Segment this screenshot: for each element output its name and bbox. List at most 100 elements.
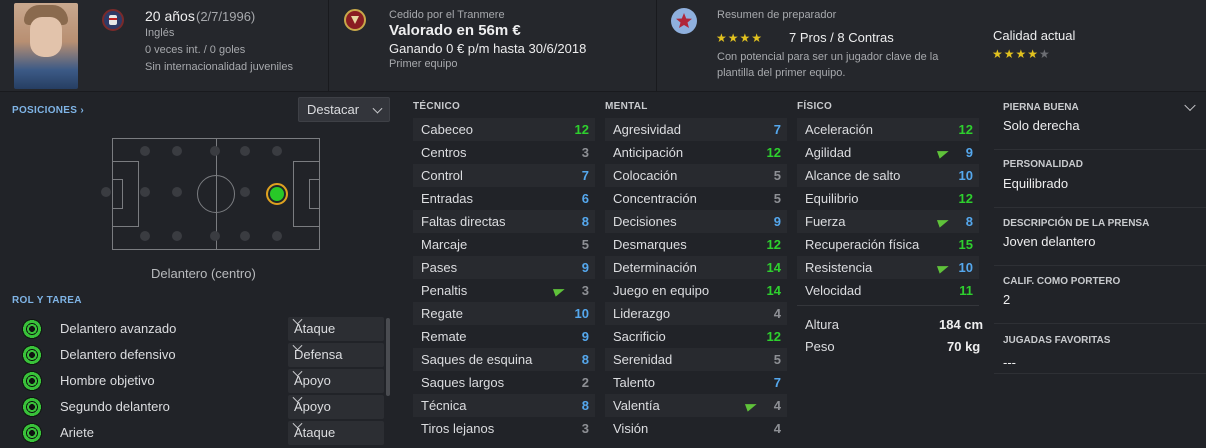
- active-position-marker[interactable]: [266, 183, 288, 205]
- attribute-row[interactable]: Regate 10: [413, 302, 595, 325]
- attribute-row[interactable]: Centros 3: [413, 141, 595, 164]
- attribute-value: 7: [773, 375, 781, 390]
- role-duty-title[interactable]: ROL Y TAREA: [12, 295, 82, 306]
- attribute-row[interactable]: Sacrificio 12: [605, 325, 787, 348]
- player-squad[interactable]: Primer equipo: [389, 58, 457, 70]
- attribute-name: Desmarques: [613, 237, 687, 252]
- attribute-row[interactable]: Alcance de salto 10: [797, 164, 979, 187]
- attribute-row[interactable]: Liderazgo 4: [605, 302, 787, 325]
- attribute-row[interactable]: Remate 9: [413, 325, 595, 348]
- attribute-row[interactable]: Entradas 6: [413, 187, 595, 210]
- duty-select[interactable]: Apoyo: [288, 392, 384, 419]
- attribute-row[interactable]: Tiros lejanos 3: [413, 417, 595, 440]
- role-row[interactable]: Delantero defensivo Defensa: [10, 340, 386, 367]
- attribute-value: 5: [773, 191, 781, 206]
- attribute-row[interactable]: Serenidad 5: [605, 348, 787, 371]
- weight-label: Peso: [805, 339, 835, 354]
- attribute-row[interactable]: Saques de esquina 8: [413, 348, 595, 371]
- attribute-row[interactable]: Cabeceo 12: [413, 118, 595, 141]
- attribute-row[interactable]: Recuperación física 15: [797, 233, 979, 256]
- press-description: DESCRIPCIÓN DE LA PRENSA Joven delantero: [994, 208, 1206, 266]
- preferred-foot-value: Solo derecha: [1003, 118, 1080, 133]
- player-nationality: Inglés: [145, 27, 175, 39]
- role-row[interactable]: Segundo delantero Apoyo: [10, 392, 386, 419]
- attribute-name: Visión: [613, 421, 649, 436]
- positions-title[interactable]: POSICIONES ›: [12, 105, 84, 116]
- trend-arrow-icon: [936, 216, 951, 228]
- attribute-name: Resistencia: [805, 260, 873, 275]
- attribute-row[interactable]: Faltas directas 8: [413, 210, 595, 233]
- attribute-name: Velocidad: [805, 283, 862, 298]
- attribute-value: 4: [773, 306, 781, 321]
- role-suitability-icon: [22, 319, 42, 339]
- attribute-name: Entradas: [421, 191, 474, 206]
- attribute-row[interactable]: Equilibrio 12: [797, 187, 979, 210]
- duty-select[interactable]: Defensa: [288, 340, 384, 367]
- attribute-row[interactable]: Fuerza 8: [797, 210, 979, 233]
- physical-attributes: Aceleración 12 Agilidad 9 Alcance de salto 10…: [797, 118, 979, 302]
- attribute-name: Saques largos: [421, 375, 505, 390]
- attribute-row[interactable]: Desmarques 12: [605, 233, 787, 256]
- role-list-scrollbar[interactable]: [386, 318, 390, 396]
- height-label: Altura: [805, 317, 839, 332]
- attribute-row[interactable]: Colocación 5: [605, 164, 787, 187]
- attribute-row[interactable]: Decisiones 9: [605, 210, 787, 233]
- attribute-row[interactable]: Saques largos 2: [413, 371, 595, 394]
- physical-title: FÍSICO: [797, 101, 833, 112]
- attribute-name: Anticipación: [613, 145, 684, 160]
- attribute-row[interactable]: Juego en equipo 14: [605, 279, 787, 302]
- attribute-name: Control: [421, 168, 463, 183]
- personality-value: Equilibrado: [1003, 176, 1069, 191]
- attribute-row[interactable]: Técnica 8: [413, 394, 595, 417]
- duty-select[interactable]: Apoyo: [288, 366, 384, 393]
- attribute-row[interactable]: Concentración 5: [605, 187, 787, 210]
- attribute-row[interactable]: Valentía 4: [605, 394, 787, 417]
- duty-select[interactable]: Ataque: [288, 418, 384, 445]
- attribute-row[interactable]: Marcaje 5: [413, 233, 595, 256]
- attribute-value: 12: [766, 329, 781, 344]
- pros-cons: 7 Pros / 8 Contras: [789, 30, 894, 45]
- attribute-row[interactable]: Determinación 14: [605, 256, 787, 279]
- attribute-value: 8: [581, 352, 589, 367]
- attribute-value: 8: [581, 398, 589, 413]
- coach-report-star-icon[interactable]: [671, 8, 697, 34]
- weight-value: 70 kg: [947, 339, 981, 354]
- attribute-row[interactable]: Agresividad 7: [605, 118, 787, 141]
- attribute-row[interactable]: Aceleración 12: [797, 118, 979, 141]
- coach-report-title[interactable]: Resumen de preparador: [717, 9, 836, 21]
- attribute-name: Regate: [421, 306, 463, 321]
- loan-club-crest-icon[interactable]: [344, 9, 366, 31]
- attribute-value: 12: [766, 145, 781, 160]
- attribute-row[interactable]: Penaltis 3: [413, 279, 595, 302]
- attribute-row[interactable]: Talento 7: [605, 371, 787, 394]
- attribute-row[interactable]: Anticipación 12: [605, 141, 787, 164]
- attribute-value: 5: [773, 168, 781, 183]
- attribute-row[interactable]: Agilidad 9: [797, 141, 979, 164]
- coach-report-text-line1: Con potencial para ser un jugador clave …: [717, 51, 939, 63]
- attribute-row[interactable]: Pases 9: [413, 256, 595, 279]
- attribute-value: 10: [958, 168, 973, 183]
- chevron-down-icon[interactable]: [1184, 99, 1196, 112]
- player-photo: [14, 3, 78, 89]
- attribute-row[interactable]: Visión 4: [605, 417, 787, 440]
- current-ability-stars: ★★★★★: [992, 47, 1051, 61]
- attribute-row[interactable]: Velocidad 11: [797, 279, 979, 302]
- role-row[interactable]: Delantero avanzado Ataque: [10, 314, 386, 341]
- attribute-name: Juego en equipo: [613, 283, 710, 298]
- loan-from[interactable]: Cedido por el Tranmere: [389, 9, 505, 21]
- attribute-value: 9: [773, 214, 781, 229]
- attribute-value: 12: [766, 237, 781, 252]
- attribute-value: 4: [773, 421, 781, 436]
- attribute-value: 14: [766, 260, 781, 275]
- current-ability-label: Calidad actual: [993, 28, 1076, 43]
- role-row[interactable]: Ariete Ataque: [10, 418, 386, 445]
- club-crest-icon[interactable]: [102, 9, 124, 31]
- player-value: Valorado en 56m €: [389, 22, 521, 39]
- mental-attributes: Agresividad 7 Anticipación 12 Colocación 5 Con…: [605, 118, 787, 440]
- attribute-row[interactable]: Control 7: [413, 164, 595, 187]
- attribute-name: Aceleración: [805, 122, 873, 137]
- role-row[interactable]: Hombre objetivo Apoyo: [10, 366, 386, 393]
- highlight-dropdown[interactable]: Destacar: [298, 97, 390, 122]
- attribute-row[interactable]: Resistencia 10: [797, 256, 979, 279]
- duty-select[interactable]: Ataque: [288, 314, 384, 341]
